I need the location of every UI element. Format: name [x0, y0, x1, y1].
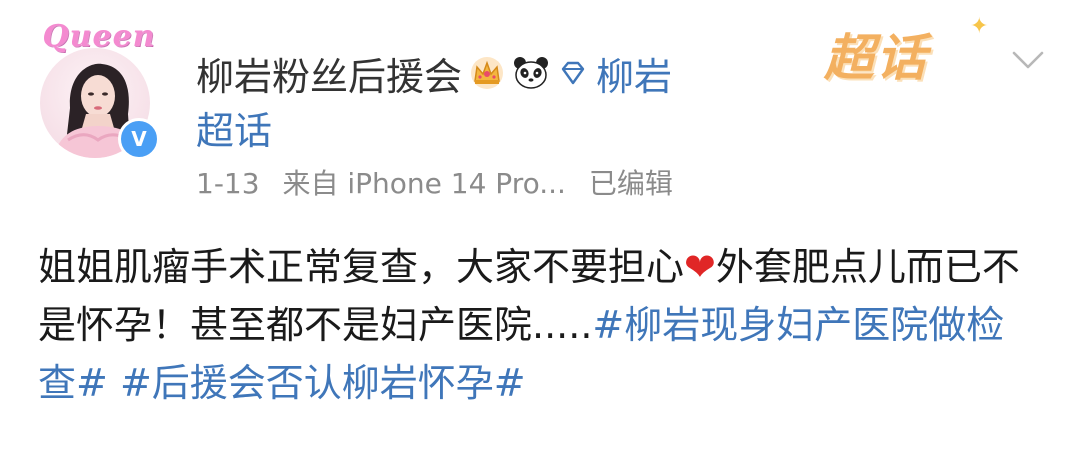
topic-name[interactable]: 柳岩 [596, 46, 672, 101]
avatar-frame-badge: Queen [42, 19, 156, 54]
panda-icon [512, 54, 550, 92]
supertopic-logo[interactable]: 超话 [824, 18, 928, 90]
heart-icon: ❤ [684, 245, 716, 289]
sparkle-icon: ✦ [970, 14, 989, 39]
topic-suffix[interactable]: 超话 [196, 104, 272, 158]
post-content: 姐姐肌瘤手术正常复查，大家不要担心❤外套肥点儿而已不是怀孕！甚至都不是妇产医院.… [38, 238, 1038, 412]
chevron-down-icon[interactable] [1010, 44, 1046, 74]
diamond-icon [561, 61, 585, 85]
content-text: 姐姐肌瘤手术正常复查，大家不要担心 [38, 245, 685, 289]
author-header: 柳岩粉丝后援会 柳岩 [196, 44, 672, 102]
crown-icon [468, 54, 506, 92]
edited-label[interactable]: 已编辑 [589, 167, 673, 200]
post-source: 来自 iPhone 14 Pro... [282, 167, 566, 200]
post-meta: 1-13 来自 iPhone 14 Pro... 已编辑 [196, 164, 687, 204]
weibo-post: Queen V 柳岩粉丝后援会 柳岩 超话 1-13 来自 iPhone 14 … [0, 0, 1080, 456]
topic-link[interactable]: 柳岩 [558, 46, 672, 101]
hashtag-link[interactable]: #后援会否认柳岩怀孕# [120, 361, 526, 405]
author-name[interactable]: 柳岩粉丝后援会 [196, 46, 462, 101]
post-date: 1-13 [196, 167, 260, 200]
author-avatar-block[interactable]: Queen V [34, 14, 164, 160]
verified-icon: V [118, 118, 160, 160]
